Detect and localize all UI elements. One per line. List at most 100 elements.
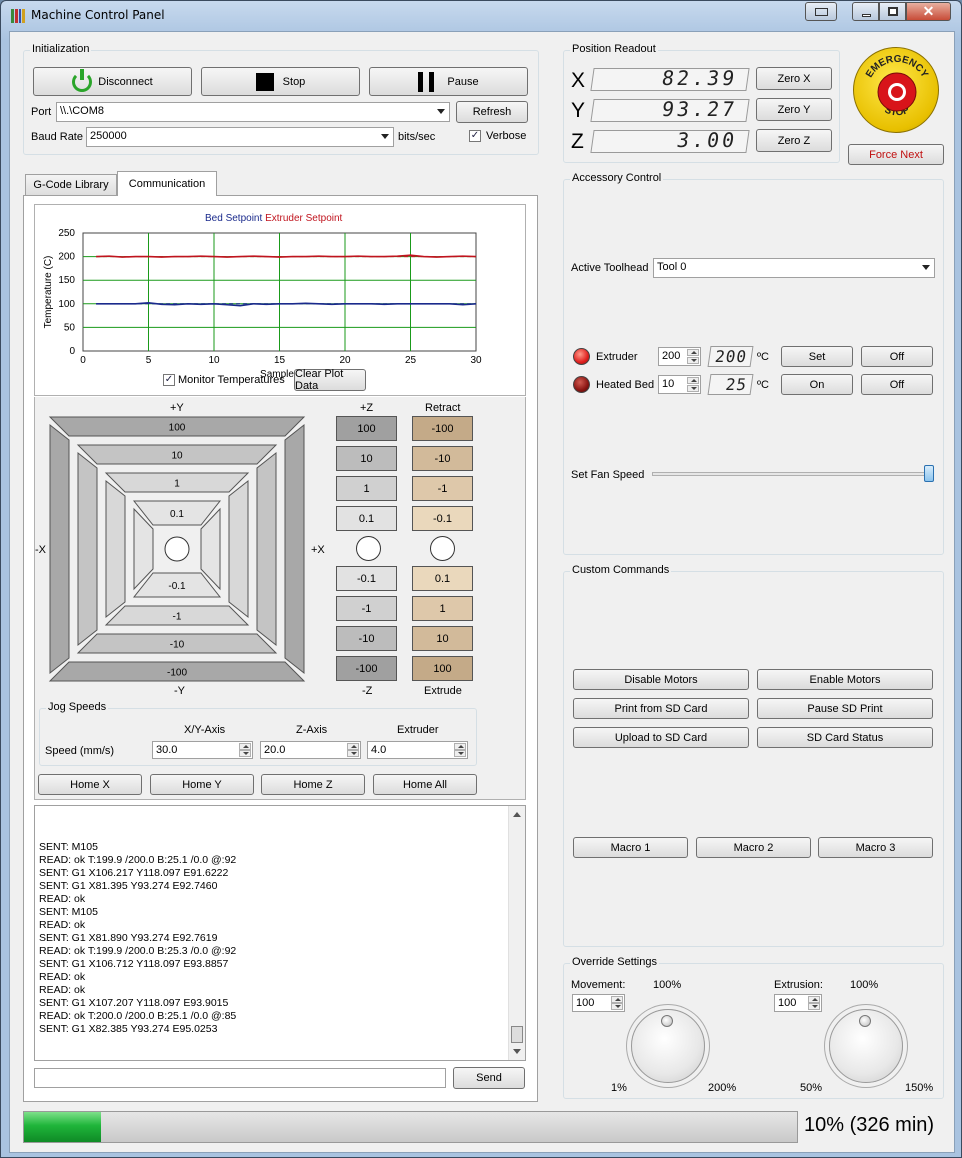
sd-card-status-button[interactable]: SD Card Status [757,727,933,748]
jog-z--1[interactable]: -1 [336,596,397,621]
spin-up-icon[interactable] [239,743,251,750]
x-tick-label: 30 [470,355,482,366]
port-select[interactable]: \\.\COM8 [56,102,450,122]
jog-e--100[interactable]: -100 [412,416,473,441]
home-z-button[interactable]: Home Z [261,774,365,795]
home-y-button[interactable]: Home Y [150,774,254,795]
stop-button[interactable]: Stop [201,67,360,96]
jog-e--10[interactable]: -10 [412,446,473,471]
baud-select[interactable]: 250000 [86,127,394,147]
macro-3-button[interactable]: Macro 3 [818,837,933,858]
tab-gcode-library[interactable]: G-Code Library [25,174,117,195]
e-speed-input[interactable]: 4.0 [367,741,468,759]
zero-y-button[interactable]: Zero Y [756,98,832,121]
bed-on-button[interactable]: On [781,374,853,395]
disconnect-button[interactable]: Disconnect [33,67,192,96]
spin-up-icon[interactable] [687,349,699,356]
print-from-sd-button[interactable]: Print from SD Card [573,698,749,719]
spin-down-icon[interactable] [239,750,251,757]
jog-z-100[interactable]: 100 [336,416,397,441]
jog-e-0.1[interactable]: 0.1 [412,566,473,591]
macro-2-button[interactable]: Macro 2 [696,837,811,858]
console-scrollbar[interactable] [508,806,525,1060]
tab-communication[interactable]: Communication [117,171,217,196]
bed-setpoint-value: 10 [662,378,675,390]
spin-up-icon[interactable] [611,996,623,1003]
zero-x-button[interactable]: Zero X [756,67,832,90]
plus-x-label: +X [311,544,325,556]
extruder-set-button[interactable]: Set [781,346,853,367]
home-x-button[interactable]: Home X [38,774,142,795]
upload-to-sd-button[interactable]: Upload to SD Card [573,727,749,748]
extruder-off-button[interactable]: Off [861,346,933,367]
spin-down-icon[interactable] [687,385,699,392]
jog-y-plus-label: 1 [174,479,180,490]
toolhead-select[interactable]: Tool 0 [653,258,935,278]
jog-z--0.1[interactable]: -0.1 [336,566,397,591]
jog-e--0.1[interactable]: -0.1 [412,506,473,531]
xy-speed-input[interactable]: 30.0 [152,741,253,759]
spin-down-icon[interactable] [454,750,466,757]
extruder-setpoint-input[interactable]: 200 [658,347,701,366]
zero-z-button[interactable]: Zero Z [756,129,832,152]
jog-z--10[interactable]: -10 [336,626,397,651]
refresh-button[interactable]: Refresh [456,101,528,123]
spin-down-icon[interactable] [347,750,359,757]
print-from-sd-label: Print from SD Card [614,702,708,715]
spin-down-icon[interactable] [687,357,699,364]
jog-e-100[interactable]: 100 [412,656,473,681]
scroll-down-icon[interactable] [513,1049,521,1054]
send-button[interactable]: Send [453,1067,525,1089]
disable-motors-label: Disable Motors [624,673,698,686]
console-log[interactable]: SENT: M105 READ: ok T:199.9 /200.0 B:25.1… [34,805,526,1061]
spin-down-icon[interactable] [611,1003,623,1010]
z-home-button[interactable] [356,536,381,561]
disable-motors-button[interactable]: Disable Motors [573,669,749,690]
monitor-temperatures-checkbox[interactable]: ✓ [163,374,175,386]
tab-gcode-library-label: G-Code Library [33,179,109,191]
spin-up-icon[interactable] [454,743,466,750]
jog-x-minus-1 [105,479,126,619]
scroll-up-icon[interactable] [513,812,521,817]
fan-speed-label: Set Fan Speed [571,469,645,481]
emergency-stop-button[interactable]: EMERGENCY STOP [853,47,939,133]
extrusion-dial[interactable] [829,1009,903,1083]
spin-up-icon[interactable] [808,996,820,1003]
spin-up-icon[interactable] [687,377,699,384]
jog-z--100[interactable]: -100 [336,656,397,681]
z-speed-input[interactable]: 20.0 [260,741,361,759]
restore-extra-button[interactable] [805,2,837,21]
clear-plot-button[interactable]: Clear Plot Data [294,368,366,392]
jog-z-1[interactable]: 1 [336,476,397,501]
movement-dial[interactable] [631,1009,705,1083]
pause-button[interactable]: Pause [369,67,528,96]
console-line: SENT: G1 X81.890 Y93.274 E92.7619 [39,932,218,944]
movement-input[interactable]: 100 [572,994,625,1012]
chevron-down-icon [381,134,389,139]
fan-speed-slider-thumb[interactable] [924,465,934,482]
enable-motors-button[interactable]: Enable Motors [757,669,933,690]
fan-speed-slider[interactable] [652,472,934,476]
dial-indicator-icon [859,1015,871,1027]
jog-e--1[interactable]: -1 [412,476,473,501]
spin-down-icon[interactable] [808,1003,820,1010]
bed-setpoint-input[interactable]: 10 [658,375,701,394]
spin-up-icon[interactable] [347,743,359,750]
bed-off-button[interactable]: Off [861,374,933,395]
macro-1-button[interactable]: Macro 1 [573,837,688,858]
command-input[interactable] [34,1068,446,1088]
jog-z-10[interactable]: 10 [336,446,397,471]
force-next-button[interactable]: Force Next [848,144,944,165]
extrusion-input[interactable]: 100 [774,994,822,1012]
scroll-thumb[interactable] [511,1026,523,1043]
jog-e-1[interactable]: 1 [412,596,473,621]
home-all-button[interactable]: Home All [373,774,477,795]
minimize-button[interactable] [852,2,879,21]
jog-z-0.1[interactable]: 0.1 [336,506,397,531]
maximize-button[interactable] [879,2,906,21]
extruder-center-button[interactable] [430,536,455,561]
pause-sd-print-button[interactable]: Pause SD Print [757,698,933,719]
jog-e-10[interactable]: 10 [412,626,473,651]
verbose-checkbox[interactable]: ✓ [469,130,481,142]
close-button[interactable]: ✕ [906,2,951,21]
